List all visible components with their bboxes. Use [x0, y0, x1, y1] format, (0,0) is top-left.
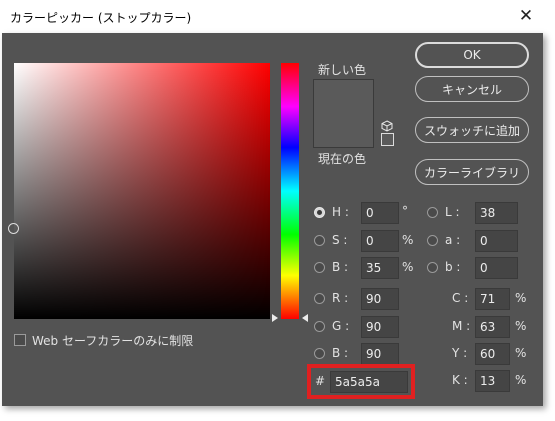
s-unit: % [402, 233, 414, 247]
k-input[interactable]: 13 [475, 370, 510, 392]
r-input[interactable]: 90 [361, 288, 399, 310]
hex-input[interactable]: 5a5a5a [330, 371, 408, 393]
m-label: M : [452, 319, 471, 333]
rgb-b-input[interactable]: 90 [361, 343, 399, 365]
m-unit: % [515, 319, 527, 333]
color-field-marker[interactable] [8, 223, 19, 234]
y-unit: % [515, 346, 527, 360]
y-input[interactable]: 60 [475, 343, 510, 365]
cancel-button[interactable]: キャンセル [415, 76, 529, 102]
color-field[interactable] [14, 63, 270, 319]
g-label: G : [332, 319, 350, 333]
c-label: C : [452, 291, 469, 305]
r-label: R : [332, 291, 349, 305]
c-input[interactable]: 71 [475, 288, 510, 310]
s-input[interactable]: 0 [361, 230, 399, 252]
current-color-swatch[interactable] [313, 113, 374, 148]
s-label: S : [332, 233, 348, 247]
lab-a-input[interactable]: 0 [475, 230, 518, 252]
b-radio[interactable] [314, 262, 325, 273]
rgb-b-radio[interactable] [314, 348, 325, 359]
lab-l-label: L : [445, 205, 460, 219]
web-safe-swatch-icon[interactable] [381, 133, 394, 146]
lab-b-label: b : [445, 260, 461, 274]
hex-label: # [315, 374, 326, 388]
web-safe-checkbox[interactable] [14, 334, 26, 346]
b-label: B : [332, 260, 349, 274]
b-input[interactable]: 35 [361, 257, 399, 279]
add-to-swatch-button[interactable]: スウォッチに追加 [415, 117, 529, 143]
s-radio[interactable] [314, 235, 325, 246]
lab-l-radio[interactable] [427, 207, 438, 218]
h-label: H : [332, 205, 349, 219]
lab-l-input[interactable]: 38 [475, 202, 518, 224]
ok-button[interactable]: OK [415, 42, 529, 68]
b-unit: % [402, 260, 414, 274]
color-libraries-button[interactable]: カラーライブラリ [415, 159, 529, 185]
new-color-label: 新しい色 [318, 63, 367, 77]
k-label: K : [452, 373, 468, 387]
window-title: カラーピッカー (ストップカラー) [10, 11, 192, 25]
k-unit: % [515, 373, 527, 387]
rgb-b-label: B : [332, 346, 349, 360]
hue-slider-right-arrow[interactable] [302, 314, 308, 322]
lab-a-radio[interactable] [427, 235, 438, 246]
g-input[interactable]: 90 [361, 316, 399, 338]
title-bar: カラーピッカー (ストップカラー) ✕ [0, 0, 555, 33]
m-input[interactable]: 63 [475, 316, 510, 338]
h-input[interactable]: 0 [361, 202, 399, 224]
hue-slider-left-arrow[interactable] [272, 314, 278, 322]
new-color-swatch [313, 79, 374, 114]
cube-icon[interactable] [381, 117, 393, 132]
color-picker-dialog: Web セーフカラーのみに制限 新しい色 現在の色 OK キャンセル スウォッチ… [2, 33, 543, 406]
r-radio[interactable] [314, 293, 325, 304]
g-radio[interactable] [314, 321, 325, 332]
web-safe-label: Web セーフカラーのみに制限 [32, 334, 194, 348]
h-unit: ° [402, 204, 408, 218]
close-icon[interactable]: ✕ [515, 5, 537, 27]
current-color-label: 現在の色 [318, 152, 367, 166]
y-label: Y : [452, 346, 468, 360]
h-radio[interactable] [314, 207, 325, 218]
hue-slider[interactable] [281, 63, 299, 319]
c-unit: % [515, 291, 527, 305]
lab-a-label: a : [445, 233, 461, 247]
lab-b-radio[interactable] [427, 262, 438, 273]
lab-b-input[interactable]: 0 [475, 257, 518, 279]
